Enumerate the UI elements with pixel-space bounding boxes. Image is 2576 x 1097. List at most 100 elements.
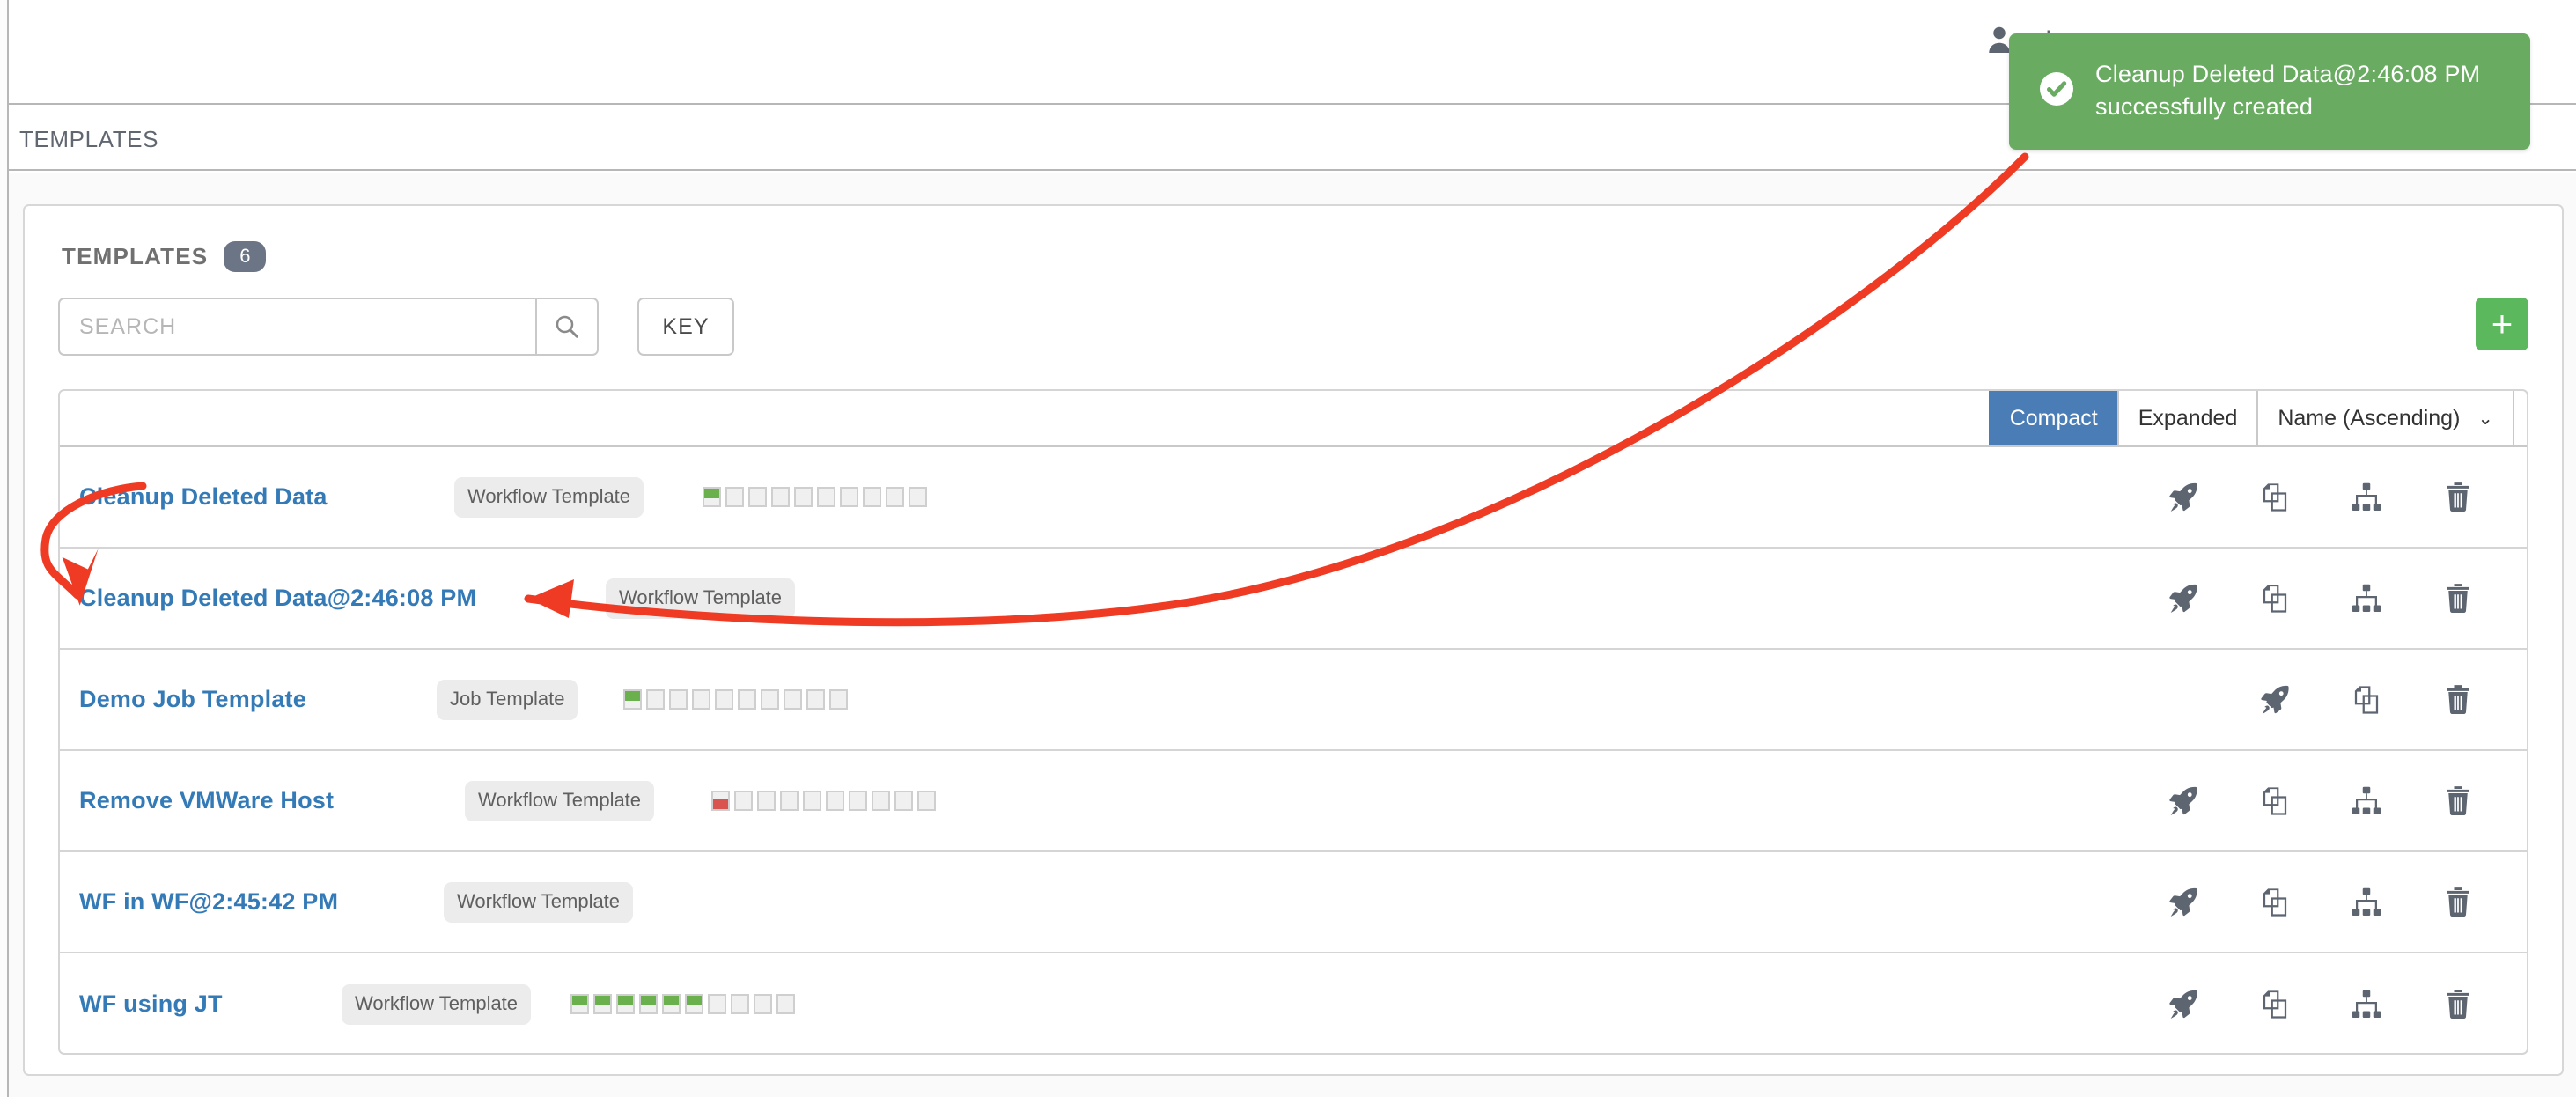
table-row[interactable]: WF in WF@2:45:42 PM Workflow Template: [60, 852, 2527, 953]
template-name-link[interactable]: WF using JT: [79, 990, 223, 1018]
trash-button[interactable]: [2412, 581, 2504, 616]
job-status-square[interactable]: [708, 994, 726, 1014]
job-status-square[interactable]: [570, 994, 589, 1014]
view-mode-expanded[interactable]: Expanded: [2116, 391, 2257, 445]
trash-button[interactable]: [2412, 682, 2504, 718]
job-status-square[interactable]: [731, 994, 749, 1014]
job-status-square[interactable]: [776, 994, 795, 1014]
job-status-square[interactable]: [780, 791, 799, 811]
copy-button[interactable]: [2321, 682, 2412, 718]
templates-count-badge: 6: [224, 241, 267, 273]
job-status-square[interactable]: [711, 791, 730, 811]
job-status-square[interactable]: [646, 689, 665, 710]
job-status-square[interactable]: [784, 689, 802, 710]
rocket-button[interactable]: [2138, 581, 2229, 616]
copy-button[interactable]: [2229, 885, 2321, 920]
job-status-square[interactable]: [738, 689, 756, 710]
trash-button[interactable]: [2412, 987, 2504, 1022]
view-mode-compact[interactable]: Compact: [1988, 391, 2117, 445]
template-type-badge: Job Template: [437, 679, 578, 720]
job-status-square[interactable]: [703, 487, 721, 507]
sitemap-button[interactable]: [2321, 480, 2412, 515]
table-row[interactable]: Remove VMWare Host Workflow Template: [60, 751, 2527, 852]
trash-button[interactable]: [2412, 885, 2504, 920]
trash-button[interactable]: [2412, 784, 2504, 819]
sitemap-button[interactable]: [2321, 581, 2412, 616]
sort-label: Name (Ascending): [2278, 405, 2461, 431]
rocket-button[interactable]: [2138, 480, 2229, 515]
job-status-square[interactable]: [734, 791, 753, 811]
job-status-square[interactable]: [909, 487, 927, 507]
template-name-link[interactable]: Cleanup Deleted Data: [79, 483, 328, 511]
job-status-square[interactable]: [817, 487, 835, 507]
job-status-square[interactable]: [872, 791, 890, 811]
job-status-square[interactable]: [669, 689, 688, 710]
job-status-square[interactable]: [692, 689, 710, 710]
trash-icon: [2440, 885, 2476, 920]
job-status-square[interactable]: [639, 994, 658, 1014]
add-template-button[interactable]: +: [2476, 298, 2528, 350]
row-actions: [2138, 784, 2504, 819]
sitemap-button[interactable]: [2321, 885, 2412, 920]
trash-button[interactable]: [2412, 480, 2504, 515]
toast-message: Cleanup Deleted Data@2:46:08 PM successf…: [2095, 60, 2481, 120]
table-row[interactable]: Demo Job Template Job Template: [60, 650, 2527, 751]
breadcrumb[interactable]: TEMPLATES: [19, 126, 158, 153]
job-status-square[interactable]: [662, 994, 681, 1014]
job-status-square[interactable]: [794, 487, 813, 507]
job-status-square[interactable]: [623, 689, 642, 710]
trash-icon: [2440, 987, 2476, 1022]
job-status-square[interactable]: [757, 791, 776, 811]
job-status-square[interactable]: [725, 487, 744, 507]
row-actions: [2138, 480, 2504, 515]
job-status-square[interactable]: [616, 994, 635, 1014]
search-button[interactable]: [535, 299, 597, 354]
table-row[interactable]: WF using JT Workflow Template: [60, 953, 2527, 1053]
job-status-square[interactable]: [685, 994, 703, 1014]
sitemap-button[interactable]: [2321, 987, 2412, 1022]
table-row[interactable]: Cleanup Deleted Data@2:46:08 PM Workflow …: [60, 548, 2527, 650]
job-status-square[interactable]: [829, 689, 848, 710]
rocket-button[interactable]: [2229, 682, 2321, 718]
job-status-square[interactable]: [593, 994, 612, 1014]
check-circle-icon: [2037, 70, 2076, 113]
job-status-square[interactable]: [917, 791, 936, 811]
copy-button[interactable]: [2229, 784, 2321, 819]
copy-button[interactable]: [2229, 987, 2321, 1022]
template-name-link[interactable]: Cleanup Deleted Data@2:46:08 PM: [79, 585, 476, 612]
table-row[interactable]: Cleanup Deleted Data Workflow Template: [60, 447, 2527, 548]
key-button[interactable]: KEY: [637, 298, 734, 356]
job-status-square[interactable]: [826, 791, 844, 811]
sitemap-button[interactable]: [2321, 784, 2412, 819]
rocket-button[interactable]: [2138, 784, 2229, 819]
copy-icon: [2257, 581, 2293, 616]
template-name-link[interactable]: Demo Job Template: [79, 686, 306, 713]
rocket-button[interactable]: [2138, 885, 2229, 920]
template-type-badge: Workflow Template: [454, 476, 644, 518]
job-status-square[interactable]: [748, 487, 767, 507]
job-status-square[interactable]: [761, 689, 779, 710]
job-status-square[interactable]: [803, 791, 821, 811]
templates-panel: TEMPLATES 6 KEY +: [23, 204, 2564, 1076]
copy-icon: [2257, 784, 2293, 819]
rocket-button[interactable]: [2138, 987, 2229, 1022]
job-status-square[interactable]: [806, 689, 825, 710]
copy-button[interactable]: [2229, 480, 2321, 515]
search-input[interactable]: [60, 299, 535, 354]
left-rail: [0, 0, 9, 1097]
job-status-square[interactable]: [840, 487, 858, 507]
job-status-square[interactable]: [771, 487, 790, 507]
job-status-square[interactable]: [886, 487, 904, 507]
row-actions: [2138, 885, 2504, 920]
job-status-square[interactable]: [754, 994, 772, 1014]
sort-dropdown[interactable]: Name (Ascending) ⌄: [2256, 391, 2514, 445]
copy-button[interactable]: [2229, 581, 2321, 616]
template-name-link[interactable]: Remove VMWare Host: [79, 787, 334, 814]
job-status-square[interactable]: [849, 791, 867, 811]
job-status-square[interactable]: [894, 791, 913, 811]
job-status-square[interactable]: [715, 689, 733, 710]
job-status-square[interactable]: [863, 487, 881, 507]
success-toast[interactable]: Cleanup Deleted Data@2:46:08 PM successf…: [2009, 33, 2530, 150]
copy-icon: [2257, 885, 2293, 920]
template-name-link[interactable]: WF in WF@2:45:42 PM: [79, 888, 338, 916]
